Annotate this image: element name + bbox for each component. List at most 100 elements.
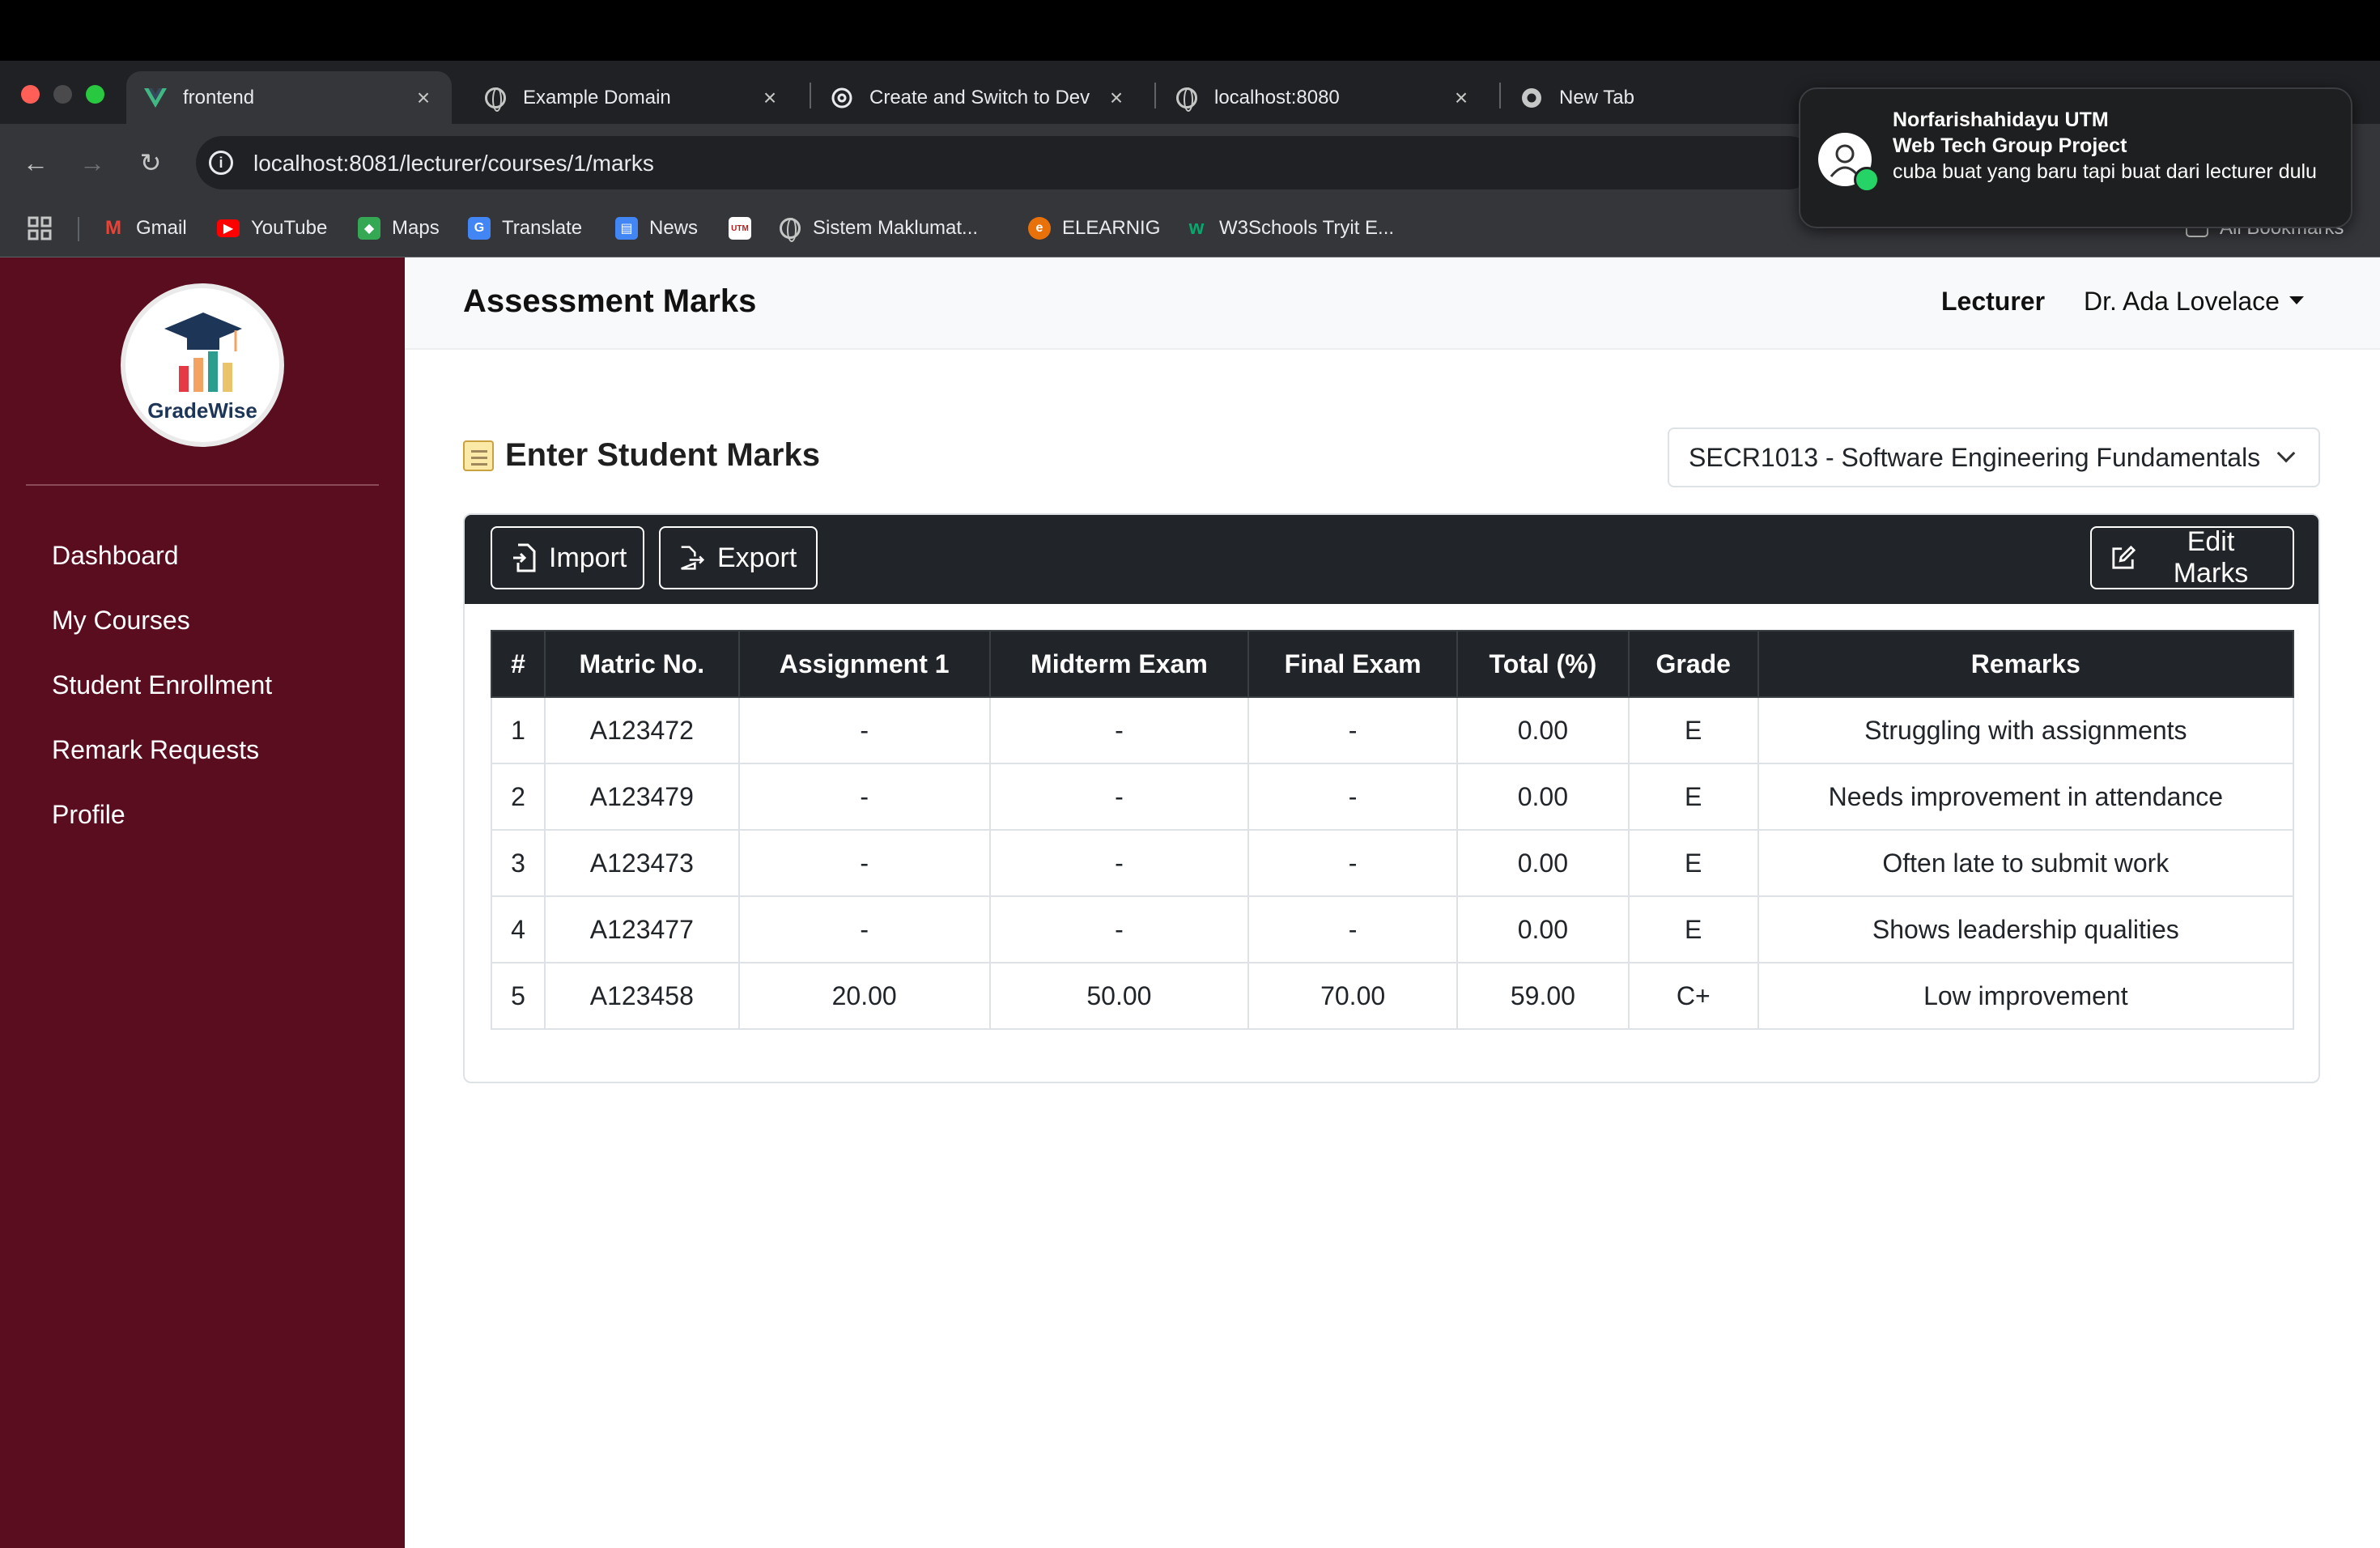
apps-grid-icon[interactable]	[28, 215, 52, 241]
sidebar-item-my-courses[interactable]: My Courses	[52, 606, 190, 636]
export-button[interactable]: Export	[659, 526, 818, 589]
file-import-icon	[512, 543, 536, 572]
whatsapp-notification[interactable]: Norfarishahidayu UTM Web Tech Group Proj…	[1799, 87, 2352, 228]
graduation-cap-icon	[164, 313, 242, 392]
bookmark-news[interactable]: ▤ News	[615, 215, 698, 241]
sidebar-item-student-enrollment[interactable]: Student Enrollment	[52, 670, 272, 700]
column-header-total: Total (%)	[1456, 630, 1630, 698]
globe-icon	[484, 87, 507, 112]
assignment-1-mark: -	[737, 895, 991, 963]
back-button[interactable]: ←	[19, 148, 52, 177]
reload-button[interactable]: ↻	[134, 148, 167, 177]
bookmark-youtube[interactable]: ▶ YouTube	[217, 215, 327, 241]
final-exam-mark: 70.00	[1247, 962, 1458, 1030]
openai-icon	[831, 87, 853, 109]
tab-separator	[1154, 83, 1156, 108]
grade: E	[1627, 895, 1759, 963]
remarks: Struggling with assignments	[1757, 696, 2295, 764]
bookmark-w3schools[interactable]: w W3Schools Tryit E...	[1185, 215, 1394, 241]
minimize-window-button[interactable]	[53, 85, 72, 104]
role-label: Lecturer	[1941, 287, 2046, 316]
matric-no: A123458	[543, 962, 740, 1030]
assignment-1-mark: -	[737, 696, 991, 764]
table-row: 3 A123473 - - - 0.00 E Often late to sub…	[491, 829, 2295, 897]
matric-no: A123473	[543, 829, 740, 897]
row-number: 3	[491, 829, 546, 897]
matric-no: A123479	[543, 763, 740, 831]
caret-down-icon	[2289, 296, 2304, 304]
remarks: Shows leadership qualities	[1757, 895, 2295, 963]
midterm-mark: -	[988, 829, 1250, 897]
course-select[interactable]: SECR1013 - Software Engineering Fundamen…	[1668, 427, 2320, 487]
bookmark-translate[interactable]: G Translate	[468, 215, 582, 241]
user-name: Dr. Ada Lovelace	[2084, 287, 2280, 316]
remarks: Low improvement	[1757, 962, 2295, 1030]
tab-separator	[1499, 83, 1501, 108]
column-header-final: Final Exam	[1247, 630, 1458, 698]
total-percent: 0.00	[1456, 696, 1630, 764]
table-row: 4 A123477 - - - 0.00 E Shows leadership …	[491, 895, 2295, 963]
tab-create-switch-dev[interactable]: Create and Switch to Dev ×	[813, 71, 1145, 124]
table-row: 5 A123458 20.00 50.00 70.00 59.00 C+ Low…	[491, 962, 2295, 1030]
edit-icon	[2111, 543, 2136, 572]
grade: E	[1627, 696, 1759, 764]
table-header-row: # Matric No. Assignment 1 Midterm Exam F…	[491, 630, 2295, 698]
close-tab-icon[interactable]: ×	[1449, 85, 1473, 111]
final-exam-mark: -	[1247, 829, 1458, 897]
assignment-1-mark: 20.00	[737, 962, 991, 1030]
close-tab-icon[interactable]: ×	[758, 85, 782, 111]
edit-marks-button[interactable]: Edit Marks	[2090, 526, 2294, 589]
bookmark-gmail[interactable]: M Gmail	[102, 215, 187, 241]
notification-message: cuba buat yang baru tapi buat dari lectu…	[1893, 160, 2317, 183]
section-title-text: Enter Student Marks	[505, 437, 820, 473]
table-row: 1 A123472 - - - 0.00 E Struggling with a…	[491, 696, 2295, 764]
table-row: 2 A123479 - - - 0.00 E Needs improvement…	[491, 763, 2295, 831]
gmail-icon: M	[105, 217, 121, 239]
tab-localhost-8080[interactable]: localhost:8080 ×	[1158, 71, 1490, 124]
sidebar-divider	[26, 484, 379, 486]
utm-logo-icon: UTM	[729, 217, 751, 240]
close-tab-icon[interactable]: ×	[411, 85, 436, 111]
bookmark-utm[interactable]: UTM	[729, 215, 763, 241]
maps-icon: ◆	[358, 217, 380, 240]
site-info-icon[interactable]: i	[209, 151, 233, 175]
sidebar-item-remark-requests[interactable]: Remark Requests	[52, 735, 259, 765]
zoom-window-button[interactable]	[86, 85, 104, 104]
forward-button[interactable]: →	[76, 148, 108, 177]
youtube-icon: ▶	[217, 219, 240, 237]
user-dropdown[interactable]: Dr. Ada Lovelace	[2084, 287, 2304, 317]
page-title: Assessment Marks	[463, 283, 757, 319]
sidebar-item-dashboard[interactable]: Dashboard	[52, 541, 179, 571]
top-black-bar	[0, 0, 2380, 61]
url-text[interactable]: localhost:8081/lecturer/courses/1/marks	[253, 151, 654, 176]
import-button[interactable]: Import	[491, 526, 644, 589]
bookmark-separator	[78, 217, 79, 241]
whatsapp-icon	[1854, 167, 1880, 193]
assignment-1-mark: -	[737, 829, 991, 897]
final-exam-mark: -	[1247, 763, 1458, 831]
column-header-remarks: Remarks	[1757, 630, 2295, 698]
globe-icon	[1175, 87, 1198, 112]
sidebar	[0, 257, 405, 1548]
close-tab-icon[interactable]: ×	[1104, 85, 1128, 111]
bookmark-sistem-maklumat[interactable]: Sistem Maklumat...	[779, 215, 978, 242]
matric-no: A123472	[543, 696, 740, 764]
sidebar-item-profile[interactable]: Profile	[52, 800, 125, 830]
midterm-mark: -	[988, 895, 1250, 963]
chevron-down-icon	[2276, 444, 2296, 463]
gradewise-logo[interactable]: GradeWise	[121, 283, 284, 447]
tab-frontend[interactable]: frontend ×	[126, 71, 452, 124]
tab-example-domain[interactable]: Example Domain ×	[466, 71, 798, 124]
grade: C+	[1627, 962, 1759, 1030]
assignment-1-mark: -	[737, 763, 991, 831]
elearning-icon: e	[1028, 217, 1051, 240]
tab-new-tab[interactable]: New Tab	[1502, 71, 1794, 124]
bookmark-elearning[interactable]: e ELEARNIG	[1028, 215, 1160, 241]
close-window-button[interactable]	[21, 85, 40, 104]
bookmark-maps[interactable]: ◆ Maps	[358, 215, 440, 241]
row-number: 1	[491, 696, 546, 764]
row-number: 2	[491, 763, 546, 831]
grade: E	[1627, 829, 1759, 897]
chrome-icon	[1520, 87, 1543, 109]
column-header-grade: Grade	[1627, 630, 1759, 698]
